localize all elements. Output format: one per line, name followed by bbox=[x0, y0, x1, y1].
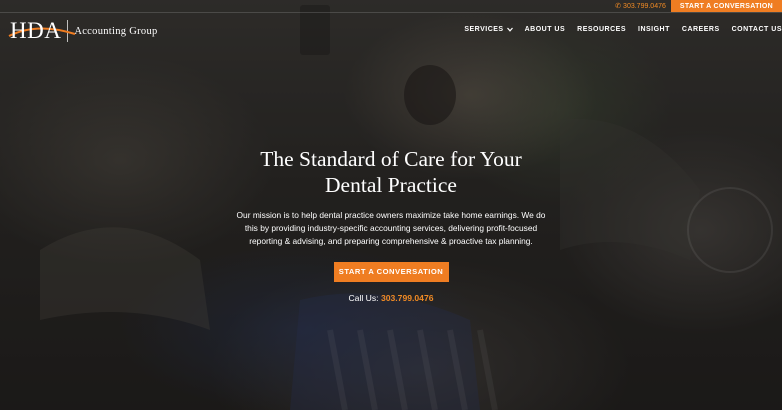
top-phone-number: 303.799.0476 bbox=[623, 2, 666, 10]
nav-about-us[interactable]: ABOUT US bbox=[525, 26, 566, 33]
nav-services[interactable]: SERVICES bbox=[464, 26, 513, 33]
hero-title: The Standard of Care for Your Dental Pra… bbox=[260, 147, 522, 197]
top-phone-link[interactable]: ✆ 303.799.0476 bbox=[615, 2, 671, 11]
site-header: HDA Accounting Group SERVICES ABOUT US R… bbox=[0, 16, 782, 48]
nav-careers[interactable]: CAREERS bbox=[682, 26, 720, 33]
main-nav: SERVICES ABOUT US RESOURCES INSIGHT CARE… bbox=[464, 26, 782, 33]
hero-section: The Standard of Care for Your Dental Pra… bbox=[0, 146, 782, 303]
nav-insight[interactable]: INSIGHT bbox=[638, 26, 670, 33]
header-divider bbox=[0, 12, 782, 13]
logo-mark: HDA bbox=[8, 19, 76, 43]
call-us-phone-link[interactable]: 303.799.0476 bbox=[381, 293, 434, 303]
logo-text: Accounting Group bbox=[74, 25, 158, 37]
chevron-down-icon bbox=[506, 27, 513, 32]
phone-icon: ✆ bbox=[615, 3, 622, 10]
nav-contact-us[interactable]: CONTACT US bbox=[732, 26, 782, 33]
top-start-conversation-button[interactable]: START A CONVERSATION bbox=[670, 0, 782, 12]
logo[interactable]: HDA Accounting Group bbox=[8, 19, 158, 43]
call-us-label: Call Us: bbox=[348, 293, 379, 303]
nav-resources[interactable]: RESOURCES bbox=[577, 26, 626, 33]
top-utility-bar: ✆ 303.799.0476 START A CONVERSATION bbox=[615, 0, 782, 12]
hero-call-us: Call Us: 303.799.0476 bbox=[0, 293, 782, 303]
hero-mission-text: Our mission is to help dental practice o… bbox=[236, 210, 546, 246]
hero-start-conversation-button[interactable]: START A CONVERSATION bbox=[333, 262, 449, 282]
